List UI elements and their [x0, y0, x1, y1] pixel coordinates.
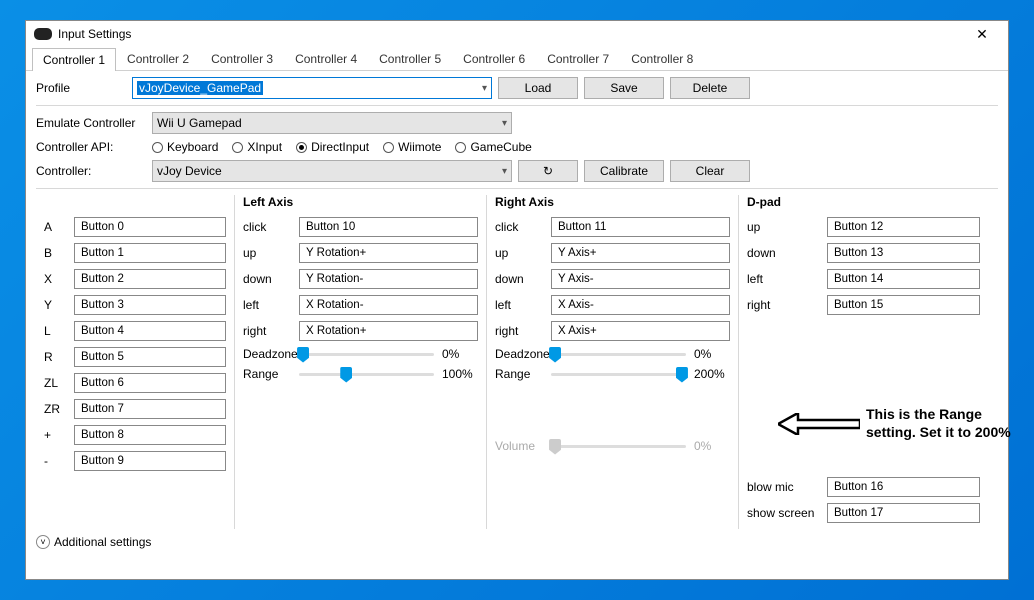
- laxis-click[interactable]: Button 10: [299, 217, 478, 237]
- binding-columns: AButton 0 BButton 1 XButton 2 YButton 3 …: [36, 195, 998, 529]
- emulate-label: Emulate Controller: [36, 116, 146, 130]
- raxis-right[interactable]: X Axis+: [551, 321, 730, 341]
- controller-value: vJoy Device: [157, 164, 222, 178]
- raxis-range-slider[interactable]: [551, 373, 686, 376]
- raxis-left[interactable]: X Axis-: [551, 295, 730, 315]
- bind-b: BButton 1: [44, 243, 226, 263]
- chevron-down-icon: ▾: [502, 166, 507, 177]
- bind-l: LButton 4: [44, 321, 226, 341]
- tab-controller-6[interactable]: Controller 6: [452, 47, 536, 70]
- tab-controller-5[interactable]: Controller 5: [368, 47, 452, 70]
- additional-label: Additional settings: [54, 535, 151, 549]
- bind-minus: -Button 9: [44, 451, 226, 471]
- dpad-up[interactable]: Button 12: [827, 217, 980, 237]
- raxis-deadzone-slider[interactable]: [551, 353, 686, 356]
- tab-controller-7[interactable]: Controller 7: [536, 47, 620, 70]
- window-title: Input Settings: [58, 27, 964, 41]
- annotation-text: This is the Range setting. Set it to 200…: [866, 406, 1013, 441]
- bind-plus-value[interactable]: Button 8: [74, 425, 226, 445]
- clear-button[interactable]: Clear: [670, 160, 750, 182]
- dpad-right[interactable]: Button 15: [827, 295, 980, 315]
- bind-minus-value[interactable]: Button 9: [74, 451, 226, 471]
- dpad-left[interactable]: Button 14: [827, 269, 980, 289]
- tab-controller-1[interactable]: Controller 1: [32, 48, 116, 71]
- left-axis-column: Left Axis clickButton 10 upY Rotation+ d…: [234, 195, 486, 529]
- close-button[interactable]: ✕: [964, 24, 1000, 44]
- api-radio-directinput[interactable]: DirectInput: [296, 140, 369, 154]
- tab-controller-2[interactable]: Controller 2: [116, 47, 200, 70]
- main-buttons-column: AButton 0 BButton 1 XButton 2 YButton 3 …: [36, 195, 234, 529]
- arrow-left-icon: [778, 413, 860, 435]
- bind-x-value[interactable]: Button 2: [74, 269, 226, 289]
- volume-slider: [551, 445, 686, 448]
- save-button[interactable]: Save: [584, 77, 664, 99]
- bind-zr-value[interactable]: Button 7: [74, 399, 226, 419]
- bind-zl-value[interactable]: Button 6: [74, 373, 226, 393]
- calibrate-button[interactable]: Calibrate: [584, 160, 664, 182]
- input-settings-window: Input Settings ✕ Controller 1 Controller…: [25, 20, 1009, 580]
- controller-combo[interactable]: vJoy Device ▾: [152, 160, 512, 182]
- api-radio-gamecube[interactable]: GameCube: [455, 140, 531, 154]
- bind-y-value[interactable]: Button 3: [74, 295, 226, 315]
- refresh-icon: ↻: [543, 164, 553, 178]
- bind-plus: +Button 8: [44, 425, 226, 445]
- laxis-left[interactable]: X Rotation-: [299, 295, 478, 315]
- raxis-down[interactable]: Y Axis-: [551, 269, 730, 289]
- chevron-down-icon: ˅: [36, 535, 50, 549]
- bind-a-value[interactable]: Button 0: [74, 217, 226, 237]
- api-radio-wiimote[interactable]: Wiimote: [383, 140, 441, 154]
- show-screen[interactable]: Button 17: [827, 503, 980, 523]
- api-radio-group: Keyboard XInput DirectInput Wiimote Game…: [152, 140, 532, 154]
- raxis-up[interactable]: Y Axis+: [551, 243, 730, 263]
- controller-label: Controller:: [36, 164, 146, 178]
- tab-controller-3[interactable]: Controller 3: [200, 47, 284, 70]
- bind-zl: ZLButton 6: [44, 373, 226, 393]
- right-axis-column: Right Axis clickButton 11 upY Axis+ down…: [486, 195, 738, 529]
- blow-mic[interactable]: Button 16: [827, 477, 980, 497]
- dpad-down[interactable]: Button 13: [827, 243, 980, 263]
- bind-y: YButton 3: [44, 295, 226, 315]
- bind-b-value[interactable]: Button 1: [74, 243, 226, 263]
- api-radio-keyboard[interactable]: Keyboard: [152, 140, 218, 154]
- right-axis-header: Right Axis: [495, 195, 730, 211]
- profile-value: vJoyDevice_GamePad: [137, 81, 263, 95]
- emulate-value: Wii U Gamepad: [157, 116, 242, 130]
- bind-a: AButton 0: [44, 217, 226, 237]
- load-button[interactable]: Load: [498, 77, 578, 99]
- bind-r-value[interactable]: Button 5: [74, 347, 226, 367]
- emulate-combo[interactable]: Wii U Gamepad ▾: [152, 112, 512, 134]
- profile-combo[interactable]: vJoyDevice_GamePad ▾: [132, 77, 492, 99]
- gamepad-icon: [34, 28, 52, 40]
- raxis-click[interactable]: Button 11: [551, 217, 730, 237]
- bind-x: XButton 2: [44, 269, 226, 289]
- left-axis-header: Left Axis: [243, 195, 478, 211]
- laxis-range-slider[interactable]: [299, 373, 434, 376]
- delete-button[interactable]: Delete: [670, 77, 750, 99]
- annotation: This is the Range setting. Set it to 200…: [778, 406, 1013, 441]
- titlebar: Input Settings ✕: [26, 21, 1008, 47]
- chevron-down-icon: ▾: [502, 118, 507, 129]
- dpad-header: D-pad: [747, 195, 980, 211]
- bind-l-value[interactable]: Button 4: [74, 321, 226, 341]
- chevron-down-icon: ▾: [482, 83, 487, 94]
- laxis-deadzone-slider[interactable]: [299, 353, 434, 356]
- refresh-button[interactable]: ↻: [518, 160, 578, 182]
- tab-controller-4[interactable]: Controller 4: [284, 47, 368, 70]
- laxis-right[interactable]: X Rotation+: [299, 321, 478, 341]
- api-radio-xinput[interactable]: XInput: [232, 140, 282, 154]
- additional-settings-toggle[interactable]: ˅ Additional settings: [36, 535, 998, 549]
- bind-r: RButton 5: [44, 347, 226, 367]
- api-label: Controller API:: [36, 140, 146, 154]
- laxis-down[interactable]: Y Rotation-: [299, 269, 478, 289]
- content-area: Profile vJoyDevice_GamePad ▾ Load Save D…: [26, 71, 1008, 579]
- laxis-up[interactable]: Y Rotation+: [299, 243, 478, 263]
- controller-tabs: Controller 1 Controller 2 Controller 3 C…: [26, 47, 1008, 71]
- dpad-column: D-pad upButton 12 downButton 13 leftButt…: [738, 195, 988, 529]
- profile-label: Profile: [36, 81, 126, 95]
- bind-zr: ZRButton 7: [44, 399, 226, 419]
- tab-controller-8[interactable]: Controller 8: [620, 47, 704, 70]
- main-buttons-header: [44, 195, 226, 211]
